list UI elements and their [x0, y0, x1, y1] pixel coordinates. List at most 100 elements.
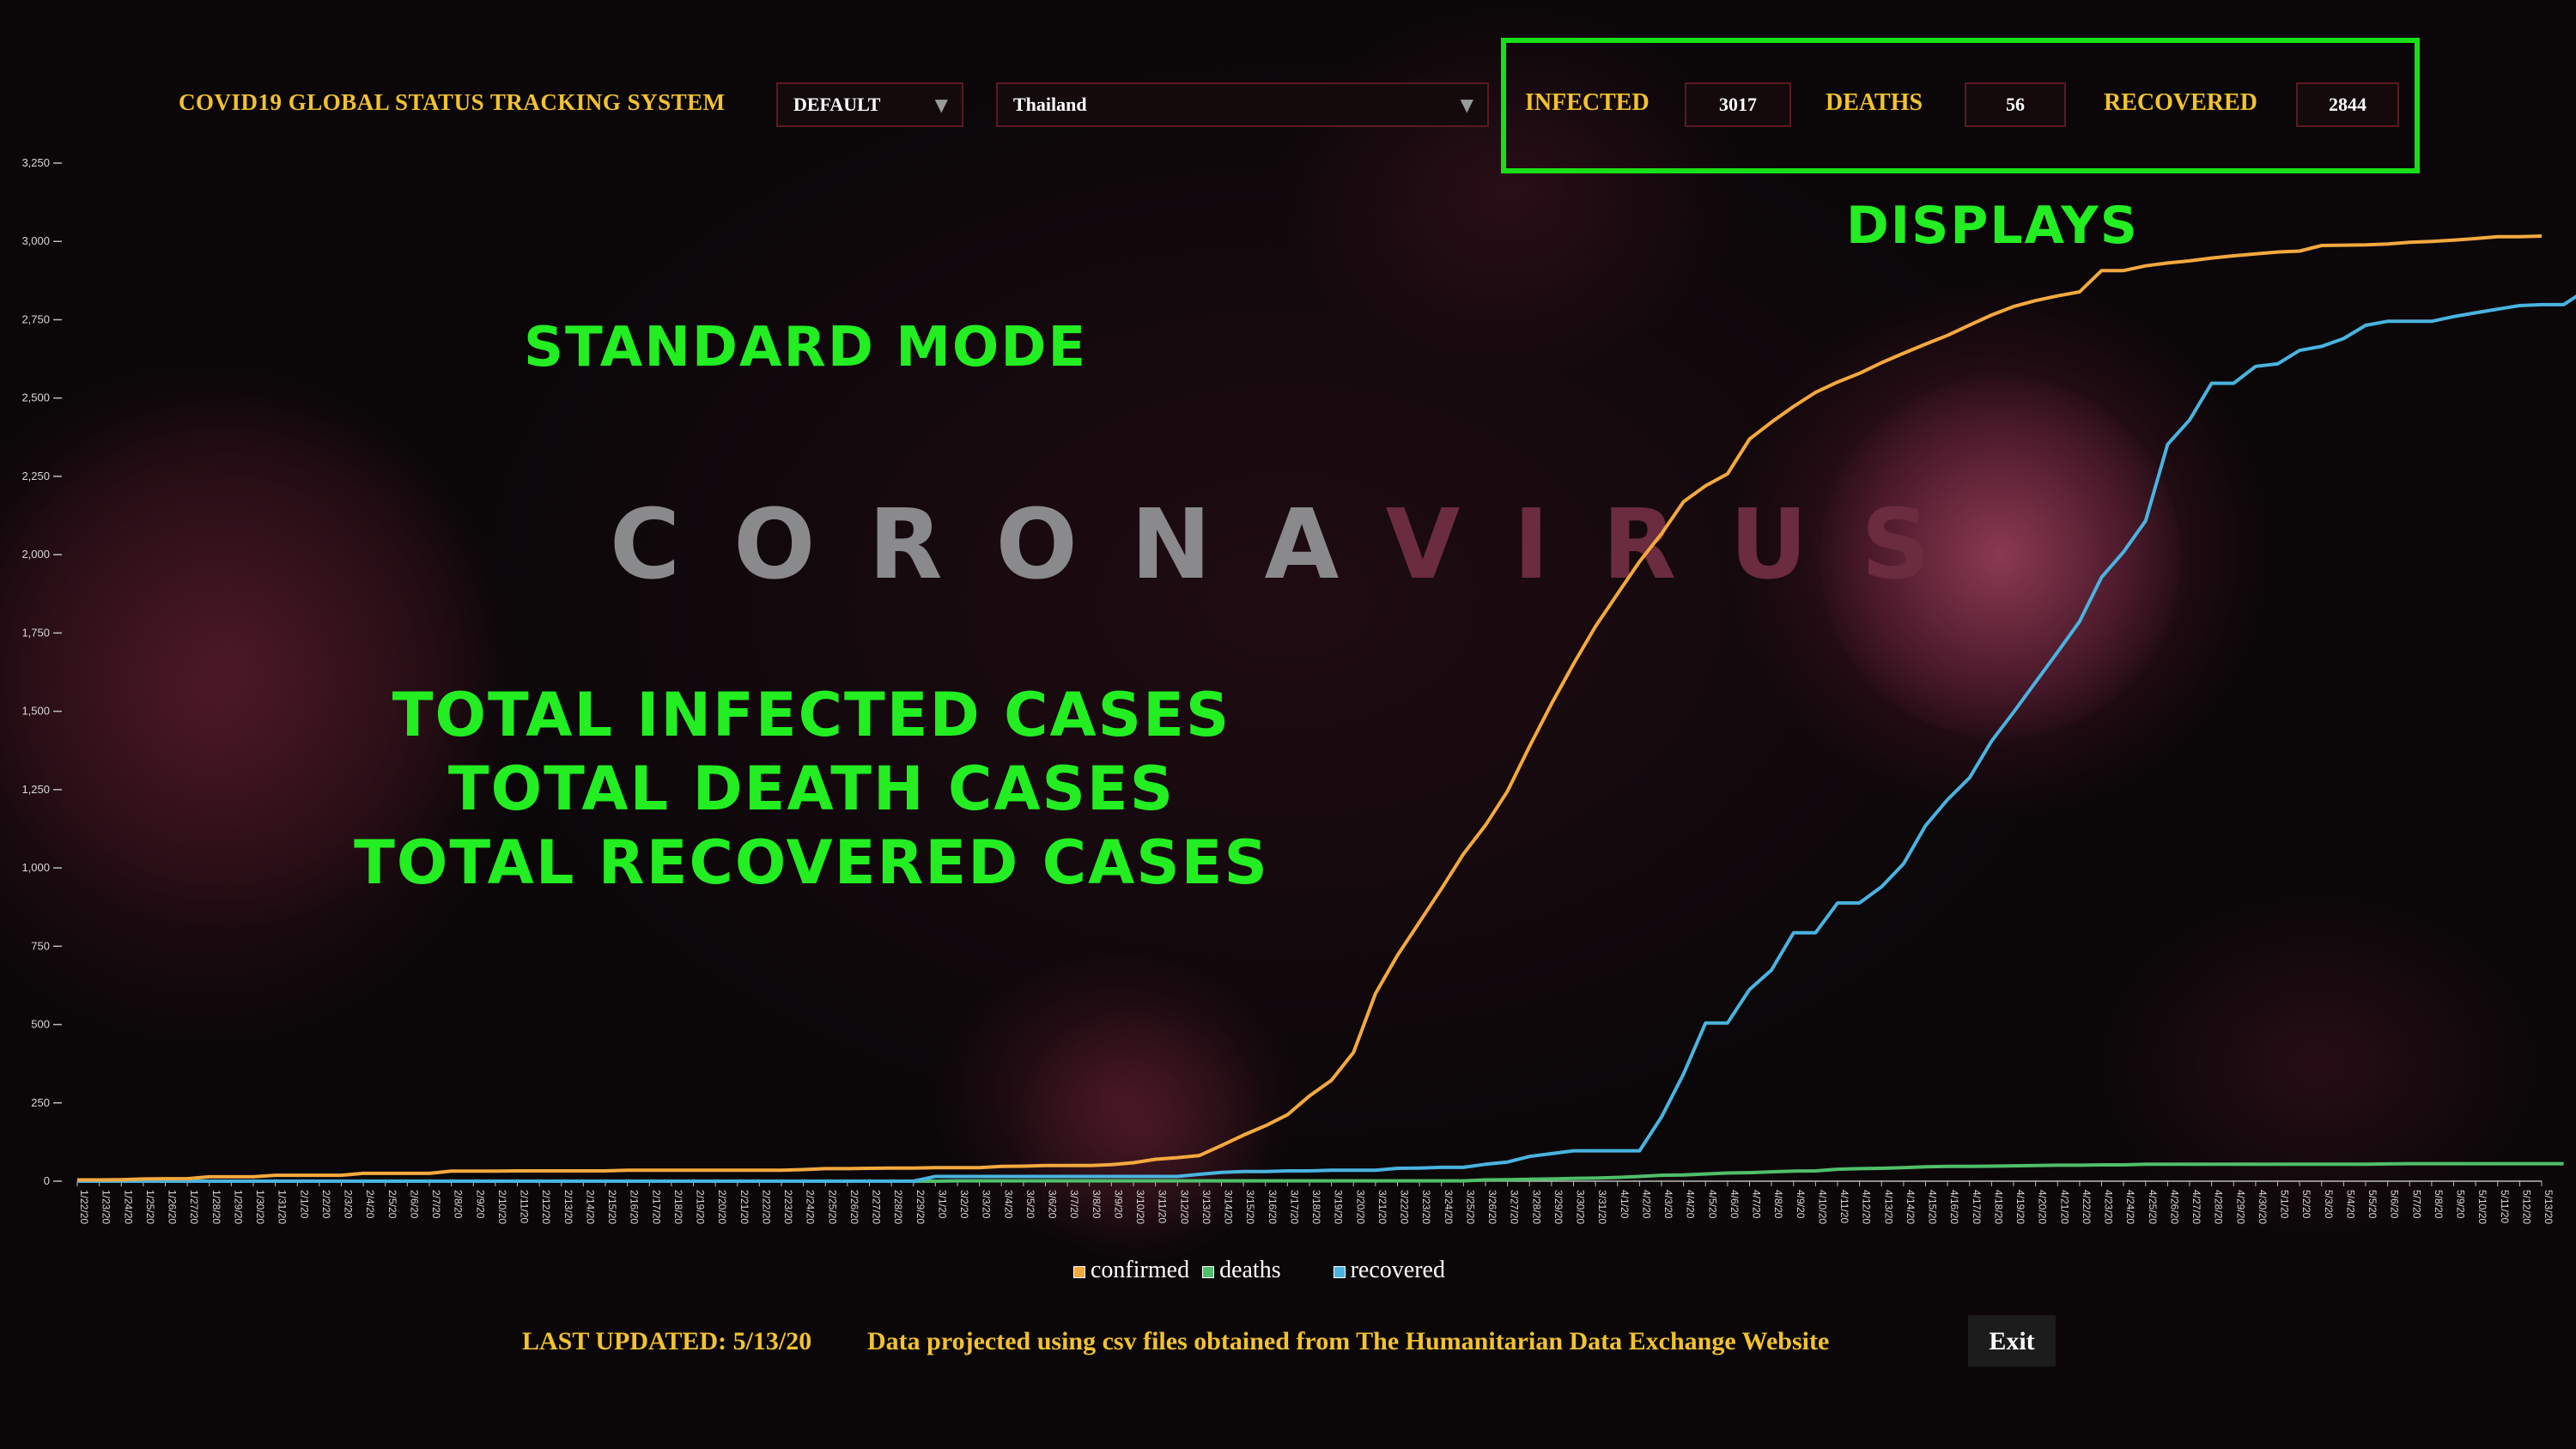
- app-title: COVID19 GLOBAL STATUS TRACKING SYSTEM: [179, 89, 726, 115]
- x-tick-label: 1/26/20: [167, 1190, 179, 1224]
- x-tick-label: 3/25/20: [1464, 1190, 1476, 1224]
- x-tick-label: 4/15/20: [1927, 1190, 1939, 1224]
- chevron-down-icon: ▼: [1460, 94, 1473, 115]
- infected-label: INFECTED: [1525, 89, 1649, 116]
- y-tick-label: 0: [44, 1174, 50, 1187]
- x-tick-label: 4/5/20: [1706, 1190, 1718, 1219]
- legend-item-deaths: deaths: [1202, 1257, 1281, 1284]
- x-tick-label: 3/14/20: [1223, 1190, 1235, 1224]
- x-tick-label: 2/9/20: [474, 1190, 486, 1219]
- x-tick-label: 4/19/20: [2014, 1190, 2026, 1224]
- x-tick-label: 3/15/20: [1244, 1190, 1256, 1224]
- legend-item-confirmed: confirmed: [1073, 1257, 1189, 1284]
- x-tick-label: 4/13/20: [1882, 1190, 1894, 1224]
- x-tick-label: 3/13/20: [1200, 1190, 1212, 1224]
- x-tick-label: 4/3/20: [1662, 1190, 1674, 1219]
- x-tick-label: 4/11/20: [1838, 1190, 1850, 1223]
- x-tick-label: 4/27/20: [2190, 1190, 2202, 1224]
- chart-legend: confirmed deaths recovered: [1073, 1257, 1445, 1284]
- y-tick-label: 2,250: [21, 470, 50, 482]
- x-tick-label: 5/12/20: [2520, 1190, 2532, 1224]
- x-tick-label: 3/19/20: [1333, 1190, 1345, 1224]
- y-tick-label: 1,000: [21, 861, 50, 874]
- x-tick-label: 3/6/20: [1047, 1190, 1059, 1219]
- x-tick-label: 1/23/20: [100, 1190, 112, 1224]
- y-tick-label: 1,750: [21, 626, 50, 639]
- mode-select[interactable]: DEFAULT ▼: [776, 82, 963, 127]
- y-tick-label: 250: [31, 1096, 50, 1109]
- y-tick-label: 1,250: [21, 783, 50, 796]
- mode-select-value: DEFAULT: [793, 94, 881, 115]
- x-tick-label: 4/23/20: [2103, 1190, 2115, 1224]
- x-tick-label: 2/3/20: [343, 1190, 355, 1219]
- x-tick-label: 5/8/20: [2433, 1190, 2445, 1219]
- y-tick-label: 500: [31, 1018, 50, 1031]
- x-tick-label: 3/7/20: [1068, 1190, 1080, 1219]
- country-select-value: Thailand: [1013, 94, 1087, 115]
- x-tick-label: 4/9/20: [1795, 1190, 1807, 1219]
- x-tick-label: 2/18/20: [672, 1190, 684, 1224]
- legend-item-recovered: recovered: [1333, 1257, 1445, 1284]
- x-tick-label: 1/31/20: [276, 1190, 289, 1224]
- x-tick-label: 4/25/20: [2147, 1190, 2159, 1224]
- x-tick-label: 3/22/20: [1399, 1190, 1411, 1224]
- x-tick-label: 1/27/20: [188, 1190, 200, 1224]
- x-tick-label: 4/2/20: [1640, 1190, 1652, 1219]
- y-tick-label: 1,500: [21, 705, 50, 718]
- header-bar: COVID19 GLOBAL STATUS TRACKING SYSTEM DE…: [0, 0, 2576, 173]
- x-tick-label: 5/9/20: [2455, 1190, 2467, 1219]
- x-tick-label: 5/7/20: [2410, 1190, 2422, 1219]
- x-tick-label: 4/12/20: [1861, 1190, 1873, 1224]
- y-tick-label: 2,750: [21, 312, 50, 325]
- x-tick-label: 3/28/20: [1530, 1190, 1542, 1224]
- x-tick-label: 4/14/20: [1905, 1190, 1917, 1224]
- exit-button[interactable]: Exit: [1968, 1315, 2056, 1367]
- x-tick-label: 3/9/20: [1112, 1190, 1124, 1219]
- x-tick-label: 3/1/20: [936, 1190, 948, 1219]
- x-tick-label: 2/4/20: [364, 1190, 376, 1219]
- displays-annotation: DISPLAYS: [1846, 196, 2139, 256]
- x-tick-label: 3/12/20: [1178, 1190, 1190, 1224]
- x-tick-label: 3/3/20: [981, 1190, 993, 1219]
- x-tick-label: 4/24/20: [2124, 1190, 2136, 1224]
- x-tick-label: 4/10/20: [1816, 1190, 1828, 1224]
- total-infected-annotation: TOTAL INFECTED CASES: [392, 680, 1231, 750]
- x-tick-label: 4/28/20: [2213, 1190, 2225, 1224]
- x-tick-label: 5/6/20: [2389, 1190, 2401, 1219]
- x-tick-label: 5/10/20: [2476, 1190, 2488, 1224]
- x-tick-label: 2/15/20: [606, 1190, 618, 1224]
- x-tick-label: 2/6/20: [408, 1190, 420, 1219]
- x-tick-label: 5/2/20: [2300, 1190, 2312, 1219]
- recovered-label: RECOVERED: [2104, 89, 2257, 116]
- x-tick-label: 3/10/20: [1134, 1190, 1146, 1224]
- x-tick-label: 2/1/20: [298, 1190, 310, 1219]
- standard-mode-annotation: STANDARD MODE: [524, 316, 1088, 379]
- x-tick-label: 4/7/20: [1751, 1190, 1763, 1219]
- x-tick-label: 2/21/20: [738, 1190, 750, 1224]
- x-tick-label: 1/25/20: [144, 1190, 156, 1224]
- x-tick-label: 4/26/20: [2168, 1190, 2180, 1224]
- x-tick-label: 3/8/20: [1091, 1190, 1103, 1219]
- x-tick-label: 2/27/20: [871, 1190, 883, 1224]
- x-tick-label: 2/25/20: [826, 1190, 838, 1224]
- x-tick-label: 2/7/20: [430, 1190, 442, 1219]
- chevron-down-icon: ▼: [934, 94, 948, 115]
- total-recovered-annotation: TOTAL RECOVERED CASES: [354, 828, 1269, 898]
- y-tick-label: 3,000: [21, 234, 50, 247]
- x-tick-label: 3/26/20: [1486, 1190, 1498, 1224]
- last-updated-text: LAST UPDATED: 5/13/20: [522, 1327, 812, 1355]
- x-tick-label: 5/3/20: [2323, 1190, 2335, 1219]
- y-tick-label: 750: [31, 939, 50, 952]
- x-tick-label: 4/17/20: [1971, 1190, 1983, 1224]
- x-tick-label: 2/2/20: [320, 1190, 332, 1219]
- country-select[interactable]: Thailand ▼: [996, 82, 1489, 127]
- deaths-value: 56: [1965, 82, 2066, 127]
- y-tick-label: 2,000: [21, 548, 50, 561]
- x-tick-label: 2/20/20: [716, 1190, 728, 1224]
- x-tick-label: 4/6/20: [1728, 1190, 1741, 1219]
- totals-annotation: TOTAL INFECTED CASES TOTAL DEATH CASES T…: [326, 678, 1297, 900]
- x-tick-label: 2/12/20: [540, 1190, 552, 1224]
- x-tick-label: 3/27/20: [1509, 1190, 1521, 1224]
- deaths-label: DEATHS: [1826, 89, 1923, 116]
- x-tick-label: 5/1/20: [2279, 1190, 2291, 1219]
